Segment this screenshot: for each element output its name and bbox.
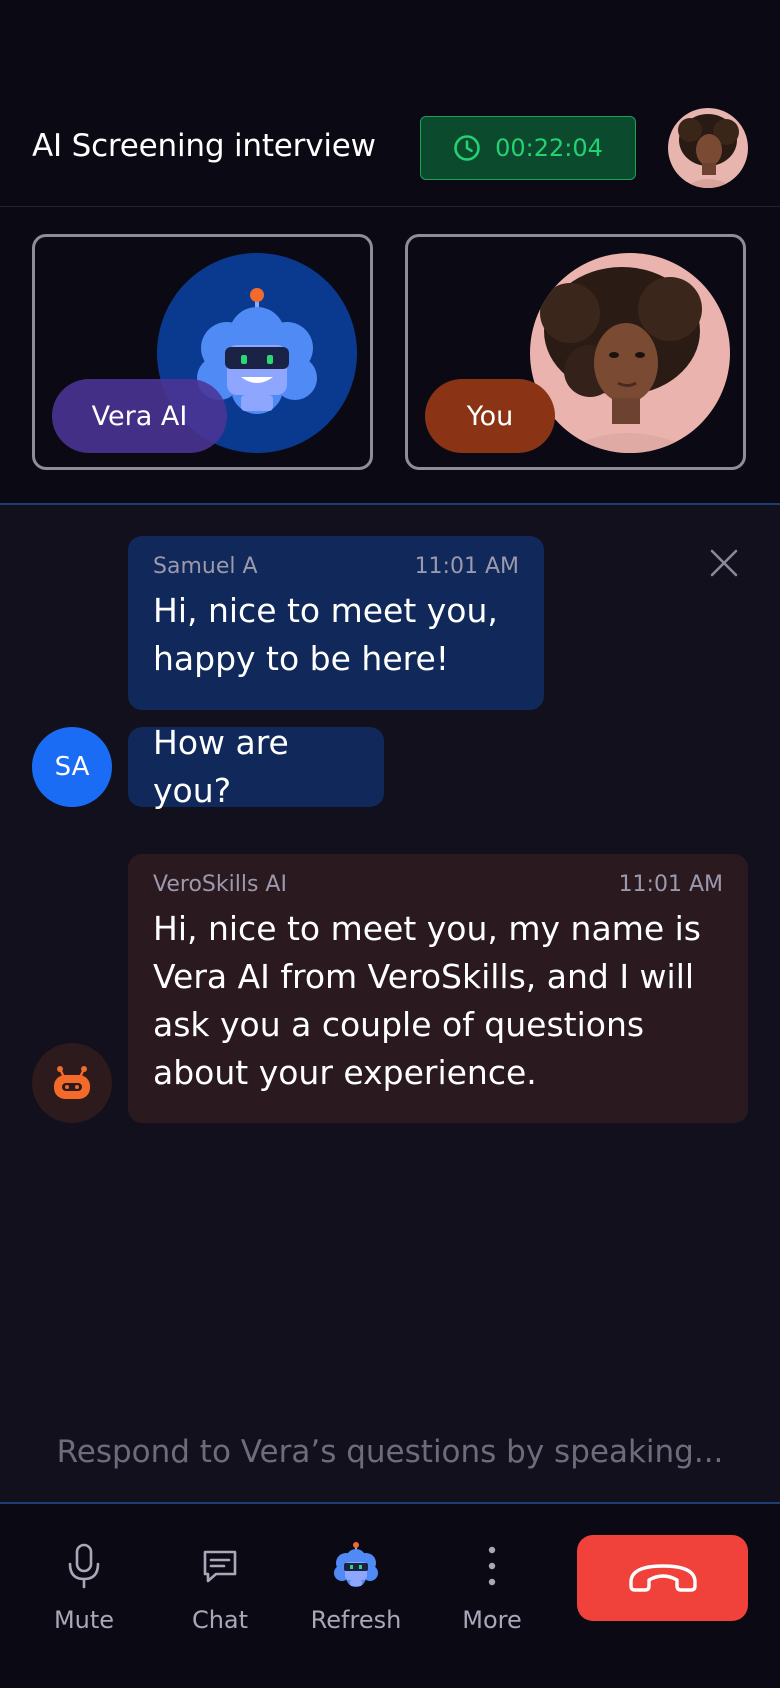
refresh-button[interactable]: Refresh: [296, 1540, 416, 1650]
video-area: Vera AI You: [0, 207, 780, 505]
bot-avatar: [32, 1043, 112, 1123]
clock-icon: [453, 134, 481, 162]
more-button[interactable]: More: [432, 1540, 552, 1650]
mute-button[interactable]: Mute: [24, 1540, 144, 1650]
microphone-icon: [68, 1543, 100, 1589]
chat-message: Samuel A 11:01 AM Hi, nice to meet you, …: [128, 536, 544, 710]
ai-name-label: Vera AI: [52, 379, 227, 453]
robot-icon: [334, 1542, 378, 1587]
user-video-tile[interactable]: You: [405, 234, 746, 470]
close-icon: [710, 549, 738, 577]
call-timer: 00:22:04: [420, 116, 636, 180]
user-video-photo: [530, 253, 730, 453]
message-sender: VeroSkills AI: [153, 872, 287, 897]
message-text: Hi, nice to meet you, happy to be here!: [153, 591, 498, 678]
user-avatar: SA: [32, 727, 112, 807]
call-toolbar: Mute Chat Refresh More: [0, 1502, 780, 1688]
profile-avatar[interactable]: [668, 108, 748, 188]
message-sender: Samuel A: [153, 554, 258, 579]
ai-video-tile[interactable]: Vera AI: [32, 234, 373, 470]
message-text: How are you?: [153, 723, 289, 810]
header: AI Screening interview 00:22:04: [0, 0, 780, 207]
message-meta: VeroSkills AI 11:01 AM: [153, 854, 723, 897]
chat-message: VeroSkills AI 11:01 AM Hi, nice to meet …: [128, 854, 748, 1123]
mute-label: Mute: [53, 1606, 115, 1634]
message-time: 11:01 AM: [618, 872, 723, 897]
end-call-button[interactable]: [577, 1535, 748, 1621]
bot-icon: [54, 1066, 90, 1099]
more-label: More: [462, 1606, 522, 1634]
message-meta: Samuel A 11:01 AM: [153, 536, 519, 579]
more-vertical-icon: [488, 1546, 496, 1586]
user-name-label: You: [425, 379, 555, 453]
chat-icon: [203, 1550, 237, 1583]
speaking-hint: Respond to Vera’s questions by speaking.…: [56, 1434, 724, 1470]
page-title: AI Screening interview: [32, 128, 376, 164]
refresh-label: Refresh: [310, 1606, 402, 1634]
close-chat-button[interactable]: [706, 545, 742, 581]
chat-panel: Samuel A 11:01 AM Hi, nice to meet you, …: [0, 505, 780, 1502]
timer-value: 00:22:04: [495, 134, 603, 162]
phone-hangup-icon: [628, 1564, 697, 1592]
chat-message: How are you?: [128, 723, 384, 810]
chat-label: Chat: [191, 1606, 249, 1634]
message-time: 11:01 AM: [414, 554, 519, 579]
message-text: Hi, nice to meet you, my name is Vera AI…: [153, 909, 701, 1092]
chat-button[interactable]: Chat: [160, 1540, 280, 1650]
